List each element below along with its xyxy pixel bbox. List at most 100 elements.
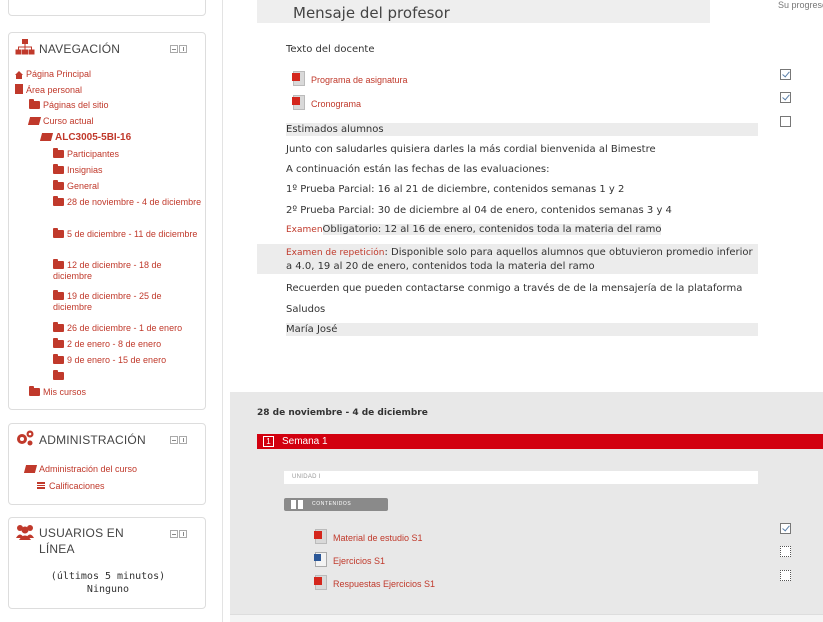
message-greeting: Estimados alumnos <box>286 123 758 136</box>
resource-exercise-answers-link[interactable]: Respuestas Ejercicios S1 <box>314 575 435 590</box>
nav-item-my-courses[interactable]: Mis cursos <box>29 386 86 398</box>
week-bar[interactable]: 1 Semana 1 <box>257 434 823 449</box>
professor-section-header: Mensaje del profesor <box>257 0 710 23</box>
message-closing: Saludos <box>286 304 326 315</box>
online-users-block-header: USUARIOS EN LÍNEA <box>9 518 205 558</box>
admin-item-grades[interactable]: Calificaciones <box>37 481 105 492</box>
folder-icon <box>53 290 64 300</box>
folder-icon <box>53 148 64 158</box>
nav-item-personal-area[interactable]: Área personal <box>15 84 82 96</box>
dock-block-icon[interactable] <box>179 529 187 538</box>
nav-item-untitled[interactable] <box>53 370 67 382</box>
nav-item-course-code[interactable]: ALC3005-5BI-16 <box>39 132 131 143</box>
next-section-edge <box>230 614 823 622</box>
home-icon <box>15 71 23 79</box>
folder-open-icon <box>39 133 54 141</box>
completion-checkbox[interactable] <box>780 570 791 581</box>
message-line-welcome: Junto con saludarles quisiera darles la … <box>286 144 656 155</box>
nav-item-participants[interactable]: Participantes <box>53 148 119 160</box>
navigation-title: NAVEGACIÓN <box>39 42 121 56</box>
administration-block: ADMINISTRACIÓN Administración del curso … <box>8 423 206 505</box>
dock-block-icon[interactable] <box>179 44 187 53</box>
nav-item-general[interactable]: General <box>53 180 99 192</box>
online-users-block: USUARIOS EN LÍNEA (últimos 5 minutos) Ni… <box>8 517 206 609</box>
online-users-timeframe: (últimos 5 minutos) <box>50 571 166 582</box>
nav-item-home[interactable]: Página Principal <box>15 69 91 80</box>
navigation-block-header: NAVEGACIÓN <box>9 33 205 63</box>
repeat-exam-label: Examen de repetición <box>286 248 385 258</box>
nav-item-week-1[interactable]: 28 de noviembre - 4 de diciembre <box>53 196 203 208</box>
online-users-title: USUARIOS EN LÍNEA <box>39 526 124 556</box>
admin-item-course-admin[interactable]: Administración del curso <box>23 464 137 475</box>
previous-block-stub <box>8 0 206 16</box>
folder-icon <box>53 370 64 380</box>
professor-section-title: Mensaje del profesor <box>293 4 450 22</box>
resource-exercises-link[interactable]: Ejercicios S1 <box>314 552 385 567</box>
exam-text: Obligatorio: 12 al 16 de enero, contenid… <box>322 224 662 235</box>
nav-item-week-7[interactable]: 9 de enero - 15 de enero <box>53 354 166 366</box>
message-line-repeat-a: Examen de repetición: Disponible solo pa… <box>286 247 753 258</box>
navigation-block: NAVEGACIÓN Página Principal Área persona… <box>8 32 206 410</box>
completion-checkbox[interactable] <box>780 116 791 127</box>
collapse-block-icon[interactable] <box>170 529 178 538</box>
folder-icon <box>53 322 64 332</box>
list-icon <box>37 482 45 489</box>
folder-icon <box>53 196 64 206</box>
completion-checkbox[interactable] <box>780 92 791 103</box>
contents-label: CONTENIDOS <box>284 498 388 511</box>
folder-icon <box>53 354 64 364</box>
exam-label: Examen <box>286 225 323 235</box>
completion-checkbox[interactable] <box>780 523 791 534</box>
book-icon <box>291 500 303 509</box>
folder-open-icon <box>23 465 38 473</box>
completion-checkbox[interactable] <box>780 69 791 80</box>
online-users-block-controls <box>169 528 187 538</box>
nav-item-current-course[interactable]: Curso actual <box>27 116 94 127</box>
folder-icon <box>29 99 40 109</box>
nav-item-week-2[interactable]: 5 de diciembre - 11 de diciembre <box>53 228 203 240</box>
completion-checkbox[interactable] <box>780 546 791 557</box>
unit-label: UNIDAD I <box>284 471 758 484</box>
nav-item-badges[interactable]: Insignias <box>53 164 103 176</box>
administration-block-controls <box>169 434 187 444</box>
online-users-value: Ninguno <box>86 584 130 595</box>
gears-icon <box>17 430 34 446</box>
users-icon <box>16 525 34 540</box>
resource-schedule-link[interactable]: Cronograma <box>292 95 361 110</box>
column-divider <box>222 0 223 622</box>
message-line-repeat-b: a 4.0, 19 al 20 de enero, contenidos tod… <box>286 261 595 272</box>
week-section-title: 28 de noviembre - 4 de diciembre <box>257 408 428 418</box>
nav-item-week-5[interactable]: 26 de diciembre - 1 de enero <box>53 322 182 334</box>
pdf-icon <box>314 529 327 544</box>
message-line-dates-intro: A continuación están las fechas de las e… <box>286 164 550 175</box>
nav-item-week-6[interactable]: 2 de enero - 8 de enero <box>53 338 161 350</box>
message-line-test-1: 1º Prueba Parcial: 16 al 21 de diciembre… <box>286 184 625 195</box>
message-line-exam: ExamenObligatorio: 12 al 16 de enero, co… <box>286 224 662 235</box>
nav-item-week-4[interactable]: 19 de diciembre - 25 de diciembre <box>53 290 203 313</box>
folder-icon <box>53 259 64 269</box>
dock-block-icon[interactable] <box>179 435 187 444</box>
folder-open-icon <box>27 117 42 125</box>
folder-icon <box>53 180 64 190</box>
pdf-icon <box>292 95 305 110</box>
main-content: Mensaje del profesor Su progreso Texto d… <box>230 0 823 622</box>
nav-item-site-pages[interactable]: Páginas del sitio <box>29 99 109 111</box>
resource-study-material-link[interactable]: Material de estudio S1 <box>314 529 423 544</box>
week-section: 28 de noviembre - 4 de diciembre 1 Seman… <box>230 392 823 614</box>
left-sidebar: NAVEGACIÓN Página Principal Área persona… <box>0 0 222 622</box>
collapse-block-icon[interactable] <box>170 44 178 53</box>
dashboard-icon <box>15 84 23 94</box>
administration-title: ADMINISTRACIÓN <box>39 433 146 447</box>
folder-icon <box>53 228 64 238</box>
nav-item-week-3[interactable]: 12 de diciembre - 18 de diciembre <box>53 259 203 282</box>
collapse-block-icon[interactable] <box>170 435 178 444</box>
sitemap-icon <box>15 39 35 55</box>
pdf-icon <box>292 71 305 86</box>
teacher-text-label: Texto del docente <box>286 44 375 55</box>
folder-icon <box>53 164 64 174</box>
folder-icon <box>29 386 40 396</box>
navigation-block-controls <box>169 43 187 53</box>
folder-icon <box>53 338 64 348</box>
message-signature: María José <box>286 323 758 336</box>
resource-program-link[interactable]: Programa de asignatura <box>292 71 408 86</box>
